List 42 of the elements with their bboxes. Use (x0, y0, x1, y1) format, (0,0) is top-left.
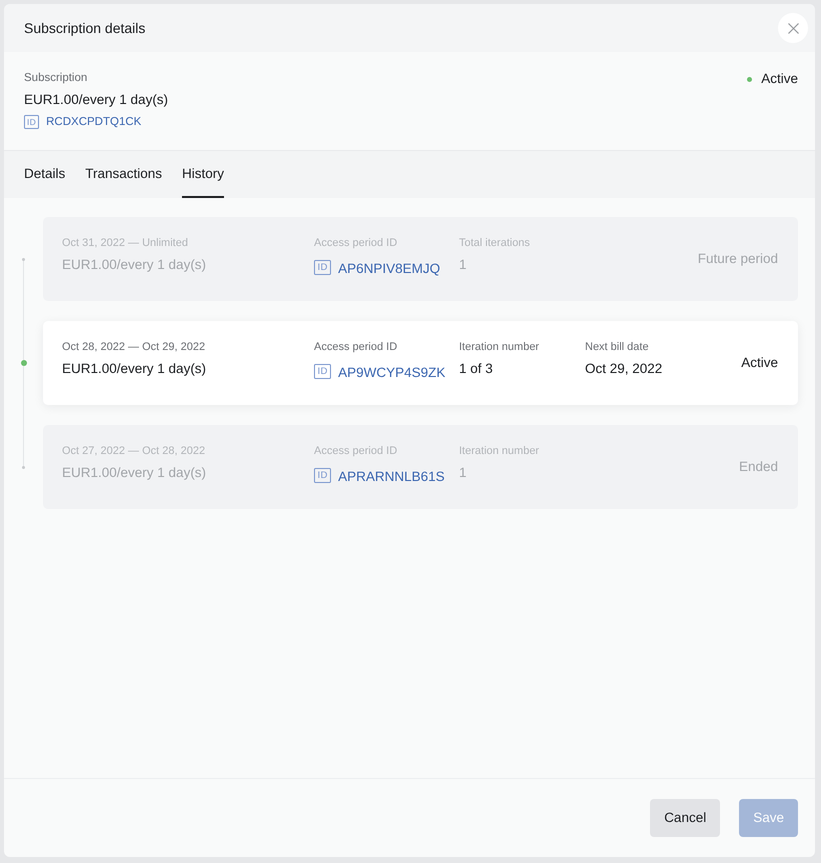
field-value: 1 (459, 256, 468, 274)
period-dates: Oct 31, 2022 — Unlimited (62, 236, 189, 250)
period-dates: Oct 27, 2022 — Oct 28, 2022 (62, 444, 206, 458)
subscription-id-link[interactable]: RCDXCPDTQ1CK (46, 115, 142, 129)
timeline-dot-icon (22, 466, 25, 468)
period-price: EUR1.00/every 1 day(s) (62, 464, 208, 482)
period-status: Active (741, 354, 778, 372)
period-price: EUR1.00/every 1 day(s) (62, 360, 208, 378)
subscription-label: Subscription (24, 71, 88, 85)
dialog-title: Subscription details (24, 19, 146, 37)
status-dot-icon (747, 76, 752, 82)
period-dates: Oct 28, 2022 — Oct 29, 2022 (62, 340, 206, 354)
field-label: Access period ID (314, 340, 398, 354)
close-icon (788, 22, 798, 34)
field-value: 1 of 3 (459, 360, 494, 378)
field-value: Oct 29, 2022 (585, 360, 664, 378)
period-status: Ended (738, 458, 778, 476)
timeline-dot-icon (22, 258, 25, 260)
id-tag: ID (24, 115, 40, 129)
field-label: Iteration number (459, 340, 540, 354)
cancel-button[interactable]: Cancel (650, 799, 720, 837)
id-tag: ID (314, 260, 332, 274)
period-price: EUR1.00/every 1 day(s) (62, 256, 208, 274)
tab[interactable]: History (182, 151, 224, 198)
period-status: Future period (698, 250, 778, 268)
field-label: Access period ID (314, 444, 398, 458)
access-period-id-link[interactable]: AP9WCYP4S9ZK (338, 360, 446, 382)
tab[interactable]: Transactions (85, 151, 162, 198)
id-tag: ID (314, 468, 332, 482)
field-value: 1 (459, 464, 468, 482)
id-tag: ID (314, 364, 332, 378)
field-label: Next bill date (585, 340, 650, 354)
subscription-price: EUR1.00/every 1 day(s) (24, 91, 168, 109)
access-period-id-link[interactable]: AP6NPIV8EMJQ (338, 256, 440, 278)
field-label: Total iterations (459, 236, 531, 250)
tab[interactable]: Details (24, 151, 66, 198)
close-button[interactable] (778, 13, 808, 43)
timeline-dot-icon (20, 360, 26, 366)
field-label: Access period ID (314, 236, 398, 250)
access-period-id-link[interactable]: APRARNNLB61S (338, 464, 445, 486)
subscription-status: Active (761, 71, 798, 87)
field-label: Iteration number (459, 444, 540, 458)
